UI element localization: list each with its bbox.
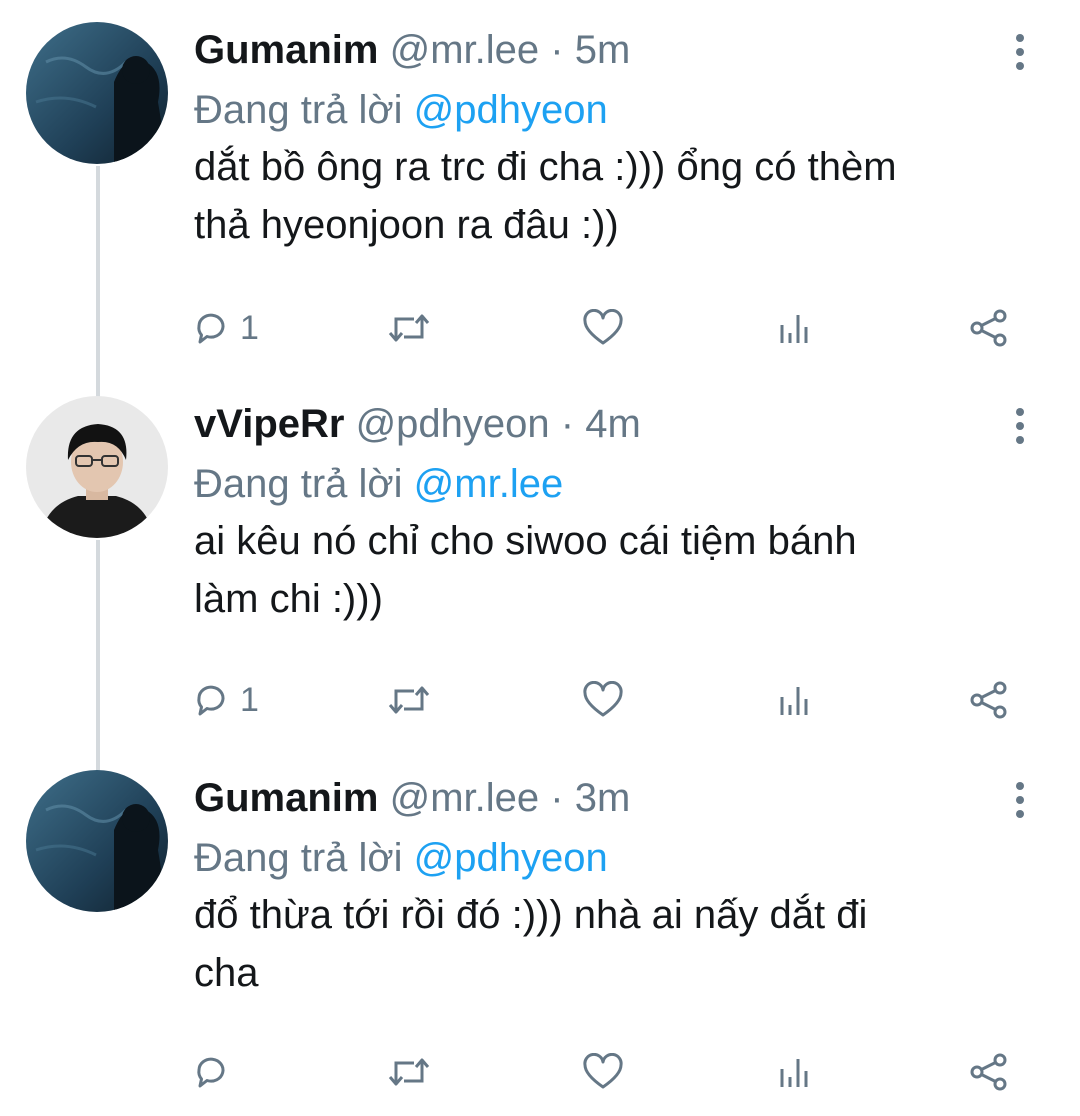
mention-link[interactable]: @pdhyeon [414, 88, 608, 132]
tweet-text-line: dắt bồ ông ra trc đi cha :))) ổng có thè… [194, 145, 897, 189]
separator-dot: · [550, 776, 564, 820]
username-handle[interactable]: @mr.lee [390, 28, 540, 72]
reply-count: 1 [240, 680, 259, 719]
replying-label: Đang trả lời [194, 836, 403, 880]
tweet-text-line: cha [194, 951, 259, 995]
like-button[interactable] [582, 670, 624, 730]
like-button[interactable] [582, 1042, 624, 1102]
share-icon [970, 1053, 1007, 1091]
retweet-button[interactable] [386, 1042, 432, 1102]
replying-to: Đang trả lời @pdhyeon [194, 832, 608, 884]
action-bar: 1 [0, 298, 1080, 358]
more-options-button[interactable] [1006, 780, 1034, 820]
tweet-header: Gumanim @mr.lee · 3m [194, 768, 630, 828]
tweet-header: Gumanim @mr.lee · 5m [194, 20, 630, 80]
tweet-text: dắt bồ ông ra trc đi cha :))) ổng có thè… [194, 138, 1054, 254]
reply-icon [197, 685, 225, 716]
analytics-button[interactable] [777, 670, 813, 730]
tweet-text: đổ thừa tới rồi đó :))) nhà ai nấy dắt đ… [194, 886, 1054, 1002]
reply-button[interactable]: 1 [192, 670, 259, 730]
more-vertical-icon [1016, 796, 1024, 804]
action-bar: 1 [0, 670, 1080, 730]
retweet-button[interactable] [386, 670, 432, 730]
share-icon [970, 681, 1007, 719]
replying-label: Đang trả lời [194, 88, 403, 132]
separator-dot: · [560, 402, 575, 446]
tweet-text-line: ai kêu nó chỉ cho siwoo cái tiệm bánh [194, 519, 857, 563]
replying-to: Đang trả lời @mr.lee [194, 458, 563, 510]
reply-button[interactable]: 1 [192, 298, 259, 358]
like-icon [583, 309, 623, 345]
reply-count: 1 [240, 308, 259, 347]
analytics-button[interactable] [777, 1042, 813, 1102]
tweet-text-line: đổ thừa tới rồi đó :))) nhà ai nấy dắt đ… [194, 893, 868, 937]
avatar[interactable] [26, 770, 168, 912]
separator-dot: · [550, 28, 564, 72]
tweet-header: vVipeRr @pdhyeon · 4m [194, 394, 641, 454]
username-handle[interactable]: @mr.lee [390, 776, 540, 820]
mention-link[interactable]: @mr.lee [414, 462, 564, 506]
display-name[interactable]: Gumanim [194, 776, 378, 820]
action-bar [0, 1042, 1080, 1102]
tweet-text-line: thả hyeonjoon ra đâu :)) [194, 203, 619, 247]
avatar[interactable] [26, 22, 168, 164]
analytics-icon [780, 315, 808, 343]
share-icon [970, 309, 1007, 347]
tweet[interactable]: vVipeRr @pdhyeon · 4m Đang trả lời @mr.l… [0, 374, 1080, 744]
reply-button[interactable] [192, 1042, 240, 1102]
like-icon [583, 1053, 623, 1089]
display-name[interactable]: vVipeRr [194, 402, 344, 446]
tweet[interactable]: Gumanim @mr.lee · 5m Đang trả lời @pdhye… [0, 0, 1080, 370]
like-icon [583, 681, 623, 717]
tweet-text: ai kêu nó chỉ cho siwoo cái tiệm bánh là… [194, 512, 1054, 628]
timestamp: 4m [585, 402, 641, 446]
share-button[interactable] [968, 298, 1010, 358]
retweet-icon [388, 314, 430, 342]
more-vertical-icon [1016, 810, 1024, 818]
tweet-text-line: làm chi :))) [194, 577, 383, 621]
more-vertical-icon [1016, 48, 1024, 56]
analytics-icon [780, 1059, 808, 1087]
more-options-button[interactable] [1006, 32, 1034, 72]
analytics-button[interactable] [777, 298, 813, 358]
reply-icon [197, 313, 225, 344]
more-vertical-icon [1016, 34, 1024, 42]
analytics-icon [780, 687, 808, 715]
username-handle[interactable]: @pdhyeon [356, 402, 550, 446]
replying-label: Đang trả lời [194, 462, 403, 506]
retweet-icon [388, 1058, 430, 1086]
timestamp: 5m [574, 28, 631, 72]
display-name[interactable]: Gumanim [194, 28, 378, 72]
tweet[interactable]: Gumanim @mr.lee · 3m Đang trả lời @pdhye… [0, 748, 1080, 1116]
share-button[interactable] [968, 1042, 1010, 1102]
more-options-button[interactable] [1006, 406, 1034, 446]
more-vertical-icon [1016, 408, 1024, 416]
avatar[interactable] [26, 396, 168, 538]
timestamp: 3m [574, 776, 631, 820]
share-button[interactable] [968, 670, 1010, 730]
reply-icon [197, 1057, 225, 1088]
more-vertical-icon [1016, 436, 1024, 444]
mention-link[interactable]: @pdhyeon [414, 836, 608, 880]
more-vertical-icon [1016, 422, 1024, 430]
more-vertical-icon [1016, 782, 1024, 790]
retweet-icon [388, 686, 430, 714]
more-vertical-icon [1016, 62, 1024, 70]
like-button[interactable] [582, 298, 624, 358]
retweet-button[interactable] [386, 298, 432, 358]
replying-to: Đang trả lời @pdhyeon [194, 84, 608, 136]
